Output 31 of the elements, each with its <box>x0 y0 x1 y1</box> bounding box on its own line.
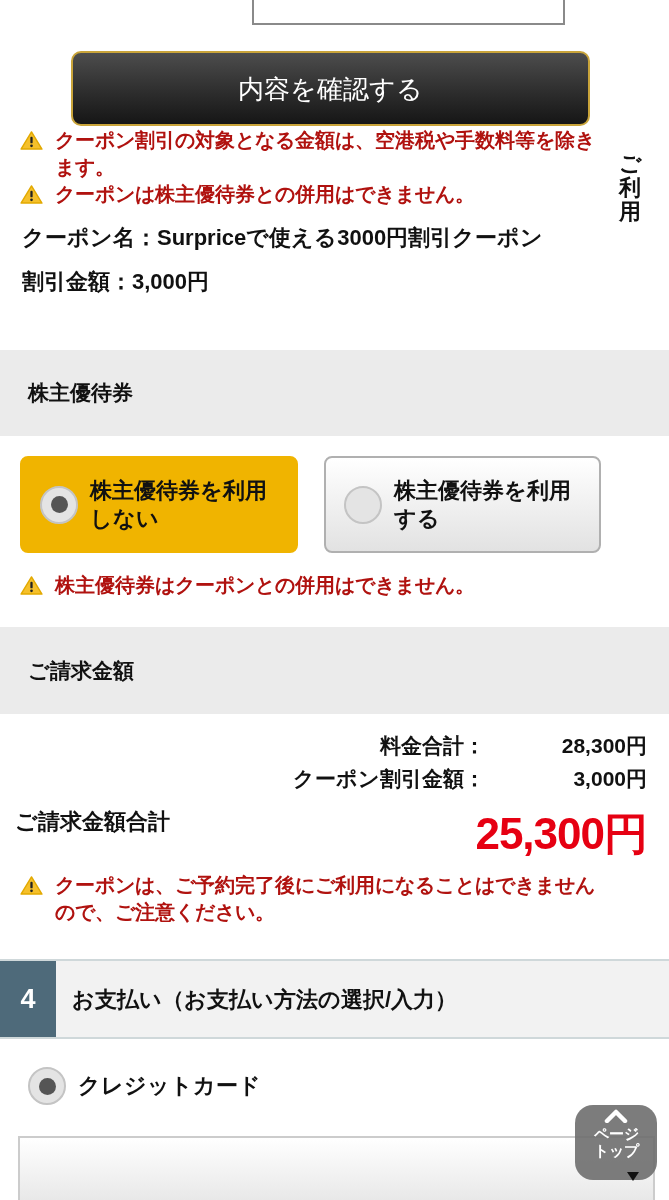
amount-label: 料金合計： <box>380 733 485 759</box>
payment-method-label[interactable]: クレジットカード <box>78 1070 261 1102</box>
vertical-label: ご利用 <box>619 152 641 225</box>
discount-amount: 割引金額：3,000円 <box>22 268 211 296</box>
confirm-button[interactable]: 内容を確認する <box>71 51 590 126</box>
caret-icon <box>627 1172 639 1181</box>
warning-text: 株主優待券はクーポンとの併用はできません。 <box>55 573 476 598</box>
option-button[interactable]: 株主優待券を利用しない <box>20 456 298 553</box>
warning-icon <box>20 576 43 595</box>
section-title: 株主優待券 <box>28 380 133 407</box>
coupon-name: クーポン名：Surpriceで使える3000円割引クーポン <box>22 224 545 252</box>
warning-text: クーポンは、ご予約完了後にご利用になることはできませんので、ご注意ください。 <box>55 873 596 925</box>
warning-icon <box>20 185 43 204</box>
amount-value: 28,300円 <box>560 733 647 759</box>
step-title: お支払い（お支払い方法の選択/入力） <box>71 985 458 1014</box>
option-button[interactable]: 株主優待券を利用する <box>324 456 601 553</box>
step-number: 4 <box>0 961 56 1037</box>
total-label: ご請求金額合計 <box>15 808 170 836</box>
section-title: ご請求金額 <box>28 657 134 684</box>
chevron-up-icon <box>604 1109 628 1123</box>
total-amount: 25,300円 <box>475 808 647 860</box>
warning-icon <box>20 131 43 150</box>
warning-icon <box>20 876 43 895</box>
warning-text: クーポン割引の対象となる金額は、空港税や手数料等を除きます。 <box>55 128 596 180</box>
warning-text: クーポンは株主優待券との併用はできません。 <box>55 182 476 207</box>
amount-label: クーポン割引金額： <box>293 766 485 792</box>
radio-icon <box>40 485 78 524</box>
page-top-button[interactable]: ページトップ <box>575 1105 657 1180</box>
input-field[interactable] <box>252 0 565 25</box>
radio-icon <box>344 485 382 524</box>
amount-value: 3,000円 <box>572 766 647 792</box>
